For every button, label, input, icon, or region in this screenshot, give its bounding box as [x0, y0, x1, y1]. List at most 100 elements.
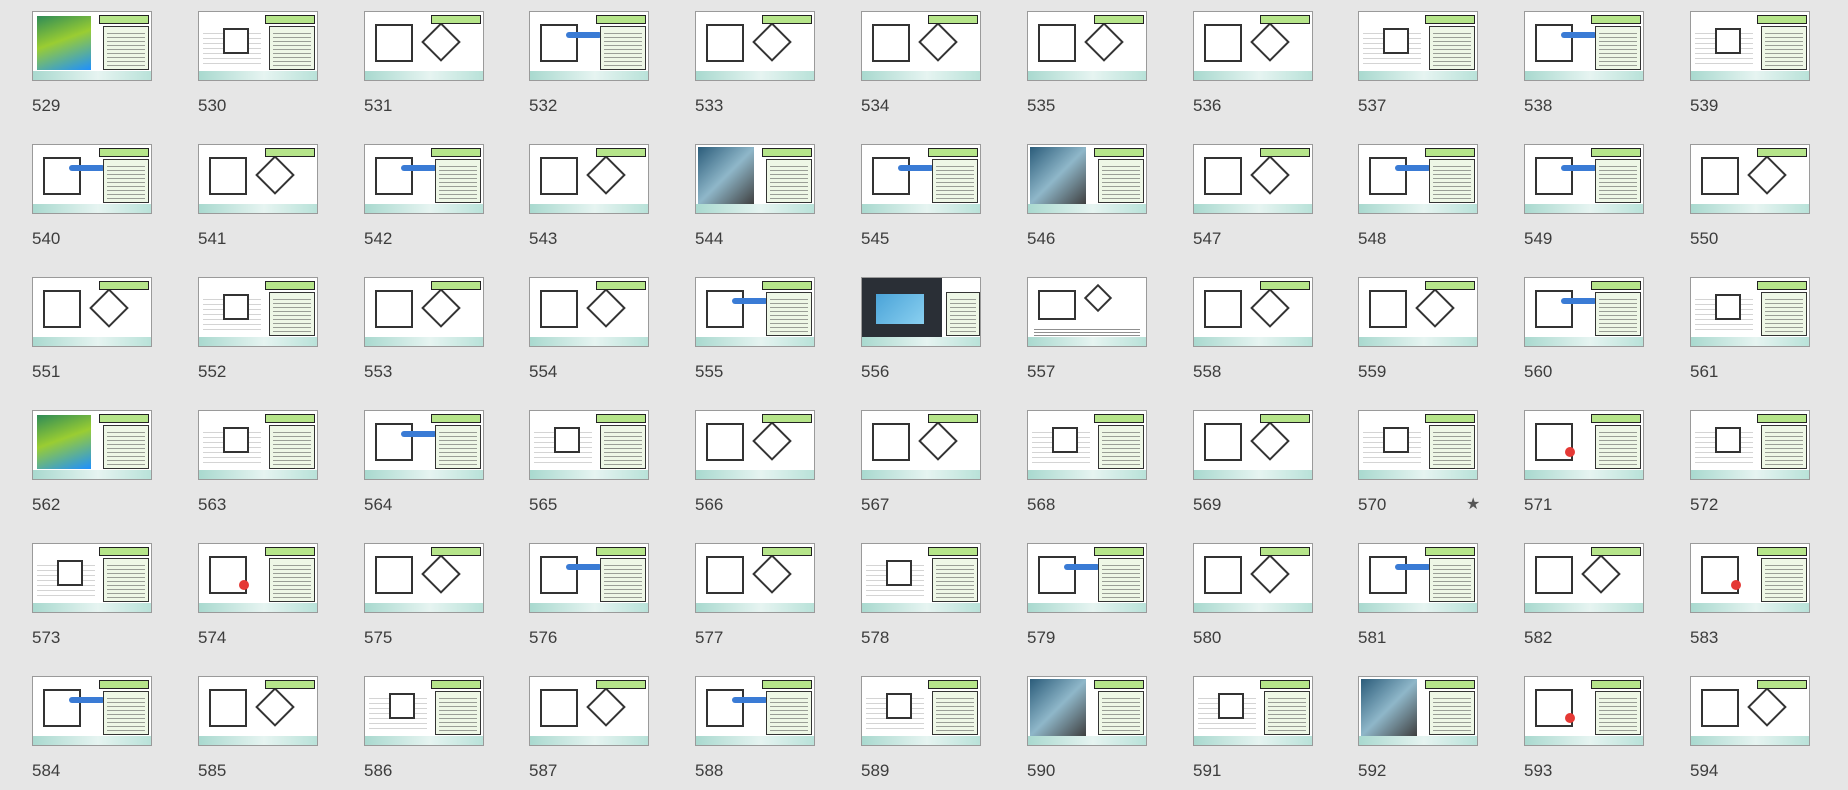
slide-thumbnail[interactable]	[1193, 277, 1313, 347]
slide-thumbnail[interactable]	[1193, 543, 1313, 613]
slide-number: 573	[32, 628, 61, 647]
slide-thumbnail[interactable]	[861, 144, 981, 214]
slide-thumbnail[interactable]	[861, 410, 981, 480]
slide-thumbnail[interactable]	[529, 144, 649, 214]
slide-thumbnail[interactable]	[1358, 676, 1478, 746]
slide-thumbnail[interactable]	[529, 676, 649, 746]
slide-number: 584	[32, 761, 61, 780]
slide-thumbnail[interactable]	[1690, 410, 1810, 480]
slide-number: 560	[1524, 362, 1553, 381]
slide-thumbnail[interactable]	[861, 543, 981, 613]
slide-number: 587	[529, 761, 558, 780]
slide-thumbnail[interactable]	[861, 11, 981, 81]
slide-thumbnail[interactable]	[1358, 410, 1478, 480]
slide-number: 585	[198, 761, 227, 780]
slide-thumbnail[interactable]	[1690, 144, 1810, 214]
slide-thumbnail[interactable]	[1524, 11, 1644, 81]
slide-thumbnail[interactable]	[32, 11, 152, 81]
slide-number: 591	[1193, 761, 1222, 780]
slide-number: 590	[1027, 761, 1056, 780]
slide-thumbnail[interactable]	[364, 676, 484, 746]
slide-thumbnail[interactable]	[695, 11, 815, 81]
slide-thumbnail[interactable]	[1027, 11, 1147, 81]
slide-number: 588	[695, 761, 724, 780]
slide-thumbnail[interactable]	[695, 410, 815, 480]
slide-number: 545	[861, 229, 890, 248]
slide-number: 536	[1193, 96, 1222, 115]
slide-thumbnail[interactable]	[1358, 144, 1478, 214]
slide-number: 553	[364, 362, 393, 381]
slide-thumbnail[interactable]	[529, 11, 649, 81]
slide-number: 577	[695, 628, 724, 647]
slide-thumbnail[interactable]	[198, 277, 318, 347]
slide-thumbnail[interactable]	[364, 11, 484, 81]
slide-thumbnail[interactable]	[1524, 543, 1644, 613]
slide-thumbnail[interactable]	[198, 676, 318, 746]
slide-number: 563	[198, 495, 227, 514]
slide-thumbnail[interactable]	[32, 410, 152, 480]
slide-thumbnail[interactable]	[529, 543, 649, 613]
slide-thumbnail[interactable]	[1193, 11, 1313, 81]
slide-thumbnail[interactable]	[695, 676, 815, 746]
slide-thumbnail[interactable]	[1027, 144, 1147, 214]
slide-thumbnail[interactable]	[1193, 410, 1313, 480]
slide-thumbnail[interactable]	[32, 676, 152, 746]
slide-thumbnail[interactable]	[32, 543, 152, 613]
slide-thumbnail[interactable]	[861, 277, 981, 347]
slide-thumbnail[interactable]	[198, 410, 318, 480]
slide-number: 581	[1358, 628, 1387, 647]
slide-number: 534	[861, 96, 890, 115]
slide-number: 538	[1524, 96, 1553, 115]
slide-number: 558	[1193, 362, 1222, 381]
slide-number: 571	[1524, 495, 1553, 514]
slide-thumbnail[interactable]	[1524, 676, 1644, 746]
slide-thumbnail[interactable]	[198, 11, 318, 81]
slide-thumbnail[interactable]	[1027, 543, 1147, 613]
slide-thumbnail[interactable]	[198, 543, 318, 613]
slide-thumbnail[interactable]	[1027, 676, 1147, 746]
star-icon: ★	[1466, 496, 1481, 513]
slide-thumbnail[interactable]	[529, 410, 649, 480]
slide-thumbnail[interactable]	[1524, 144, 1644, 214]
slide-thumbnail[interactable]	[1524, 410, 1644, 480]
slide-number: 567	[861, 495, 890, 514]
slide-number: 548	[1358, 229, 1387, 248]
slide-number: 552	[198, 362, 227, 381]
slide-number: 551	[32, 362, 61, 381]
slide-number: 533	[695, 96, 724, 115]
slide-number: 541	[198, 229, 227, 248]
slide-thumbnail[interactable]	[1027, 410, 1147, 480]
slide-thumbnail[interactable]	[695, 144, 815, 214]
slide-number: 549	[1524, 229, 1553, 248]
slide-number: 569	[1193, 495, 1222, 514]
slide-thumbnail[interactable]	[529, 277, 649, 347]
slide-thumbnail[interactable]	[1690, 277, 1810, 347]
slide-thumbnail[interactable]	[1690, 11, 1810, 81]
slide-thumbnail[interactable]	[1358, 11, 1478, 81]
slide-thumbnail[interactable]	[1193, 676, 1313, 746]
slide-number: 550	[1690, 229, 1719, 248]
slide-number: 561	[1690, 362, 1719, 381]
slide-thumbnail[interactable]	[364, 277, 484, 347]
slide-thumbnail[interactable]	[364, 410, 484, 480]
slide-number: 539	[1690, 96, 1719, 115]
slide-thumbnail[interactable]	[1358, 277, 1478, 347]
slide-thumbnail[interactable]	[1690, 676, 1810, 746]
slide-thumbnail[interactable]	[32, 277, 152, 347]
slide-thumbnail[interactable]	[1524, 277, 1644, 347]
slide-thumbnail[interactable]	[861, 676, 981, 746]
slide-thumbnail[interactable]	[32, 144, 152, 214]
slide-thumbnail[interactable]	[695, 543, 815, 613]
slide-number: 593	[1524, 761, 1553, 780]
slide-thumbnail[interactable]	[1690, 543, 1810, 613]
slide-thumbnail[interactable]	[1358, 543, 1478, 613]
slide-thumbnail[interactable]	[364, 543, 484, 613]
slide-thumbnail[interactable]	[364, 144, 484, 214]
slide-number: 540	[32, 229, 61, 248]
slide-thumbnail[interactable]	[1027, 277, 1147, 347]
slide-thumbnail[interactable]	[198, 144, 318, 214]
slide-thumbnail[interactable]	[695, 277, 815, 347]
slide-number: 535	[1027, 96, 1056, 115]
slide-thumbnail[interactable]	[1193, 144, 1313, 214]
slide-number: 562	[32, 495, 61, 514]
